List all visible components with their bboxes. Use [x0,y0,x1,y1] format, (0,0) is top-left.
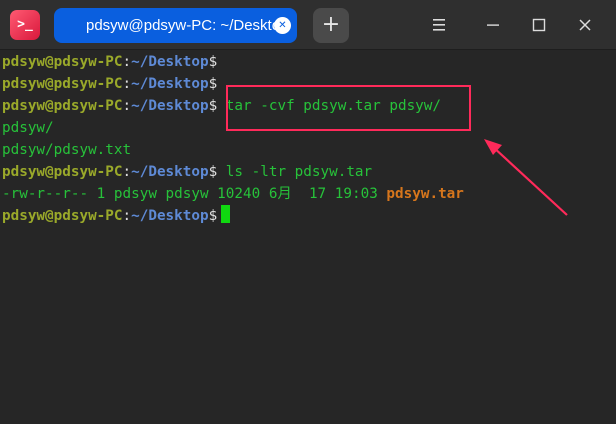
annotation-arrow [484,139,568,216]
